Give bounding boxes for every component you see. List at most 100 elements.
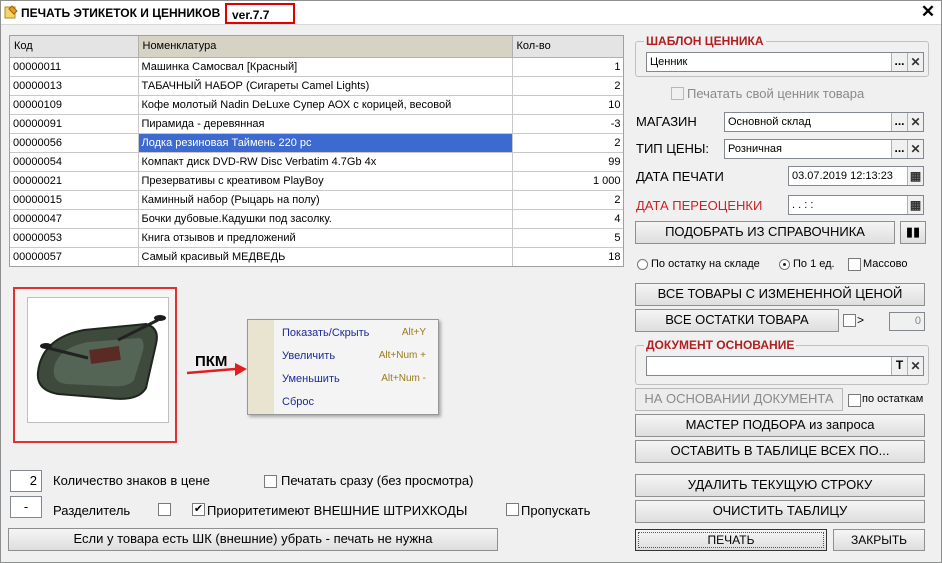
mass-checkbox[interactable]	[848, 258, 861, 271]
gt-checkbox[interactable]	[843, 314, 856, 327]
cell-code: 00000057	[10, 247, 139, 266]
radio-one-unit[interactable]	[779, 259, 790, 270]
print-now-checkbox[interactable]	[264, 475, 277, 488]
priority-checkbox[interactable]: ✔	[192, 503, 205, 516]
calendar-icon[interactable]: ▦	[907, 196, 923, 214]
cell-name: ТАБАЧНЫЙ НАБОР (Сигареты Camel Lights)	[138, 76, 513, 96]
table-row[interactable]: 00000015 Каминный набор (Рыцарь на полу) 2	[10, 190, 623, 210]
document-type-button[interactable]: T	[891, 357, 907, 375]
title-bar: ПЕЧАТЬ ЭТИКЕТОК И ЦЕННИКОВ ver.7.7 ✕	[1, 1, 941, 25]
digits-label: Количество знаков в цене	[53, 473, 210, 488]
clear-table-button[interactable]: ОЧИСТИТЬ ТАБЛИЦУ	[635, 500, 925, 523]
table-row[interactable]: 00000057 Самый красивый МЕДВЕДЬ 18	[10, 247, 623, 266]
column-code[interactable]: Код	[10, 36, 139, 58]
cell-code: 00000091	[10, 114, 139, 134]
cell-code: 00000015	[10, 190, 139, 210]
menu-item-label: Сброс	[282, 396, 314, 408]
skip-checkbox[interactable]	[506, 503, 519, 516]
price-type-dots-button[interactable]: ...	[891, 140, 907, 158]
skip-label: Пропускать	[521, 503, 591, 518]
cell-name: Презервативы с креативом PlayBoy	[138, 171, 513, 191]
keep-in-table-button[interactable]: ОСТАВИТЬ В ТАБЛИЦЕ ВСЕХ ПО...	[635, 440, 925, 463]
template-clear-button[interactable]: ✕	[907, 53, 923, 71]
store-label: МАГАЗИН	[636, 114, 697, 129]
print-date-field[interactable]: 03.07.2019 12:13:23 ▦	[788, 166, 924, 186]
cell-name: Бочки дубовые.Кадушки под засолку.	[138, 209, 513, 229]
price-type-clear-button[interactable]: ✕	[907, 140, 923, 158]
table-row[interactable]: 00000056 Лодка резиновая Таймень 220 рс 2	[10, 133, 623, 153]
by-stock-checkbox[interactable]	[848, 394, 861, 407]
print-button[interactable]: ПЕЧАТЬ	[635, 529, 827, 551]
changed-price-button[interactable]: ВСЕ ТОВАРЫ С ИЗМЕНЕННОЙ ЦЕНОЙ	[635, 283, 925, 306]
gt-input[interactable]: 0	[889, 312, 925, 331]
menu-item-zoom-out[interactable]: Уменьшить Alt+Num -	[282, 369, 432, 389]
radio-one-unit-label: По 1 ед.	[793, 258, 835, 270]
template-dots-button[interactable]: ...	[891, 53, 907, 71]
document-field[interactable]: T ✕	[646, 356, 924, 376]
cell-name: Пирамида - деревянная	[138, 114, 513, 134]
cell-code: 00000047	[10, 209, 139, 229]
cell-qty: 2	[512, 190, 623, 210]
table-row[interactable]: 00000091 Пирамида - деревянная -3	[10, 114, 623, 134]
menu-item-label: Уменьшить	[282, 373, 340, 385]
document-clear-button[interactable]: ✕	[907, 357, 923, 375]
reprice-date-label: ДАТА ПЕРЕОЦЕНКИ	[636, 198, 763, 213]
wizard-button[interactable]: МАСТЕР ПОДБОРА из запроса	[635, 414, 925, 437]
own-tag-label: Печатать свой ценник товара	[687, 86, 865, 101]
barcode-icon[interactable]: ▮▮	[900, 221, 926, 244]
menu-item-reset[interactable]: Сброс	[282, 392, 432, 412]
cell-name: Машинка Самосвал [Красный]	[138, 57, 513, 77]
radio-by-stock[interactable]	[637, 259, 648, 270]
cell-qty: 10	[512, 95, 623, 115]
price-type-label: ТИП ЦЕНЫ:	[636, 141, 710, 156]
store-field[interactable]: Основной склад ... ✕	[724, 112, 924, 132]
template-field[interactable]: Ценник ... ✕	[646, 52, 924, 72]
product-image	[27, 297, 169, 423]
own-tag-checkbox[interactable]	[671, 87, 684, 100]
print-date-label: ДАТА ПЕЧАТИ	[636, 169, 724, 184]
based-on-document-button[interactable]: НА ОСНОВАНИИ ДОКУМЕНТА	[635, 388, 843, 411]
digits-input[interactable]: 2	[10, 470, 42, 492]
store-clear-button[interactable]: ✕	[907, 113, 923, 131]
table-row[interactable]: 00000013 ТАБАЧНЫЙ НАБОР (Сигареты Camel L…	[10, 76, 623, 96]
close-button[interactable]: ЗАКРЫТЬ	[833, 529, 925, 551]
product-image-panel[interactable]	[13, 287, 177, 443]
cell-name: Самый красивый МЕДВЕДЬ	[138, 247, 513, 266]
cell-code: 00000013	[10, 76, 139, 96]
cell-qty: 1	[512, 57, 623, 77]
cell-code: 00000109	[10, 95, 139, 115]
items-table[interactable]: Код Номенклатура Кол-во 00000011 Машинка …	[9, 35, 624, 267]
cell-qty: 2	[512, 133, 623, 153]
price-type-field[interactable]: Розничная ... ✕	[724, 139, 924, 159]
delete-row-button[interactable]: УДАЛИТЬ ТЕКУЩУЮ СТРОКУ	[635, 474, 925, 497]
menu-item-label: Показать/Скрыть	[282, 327, 370, 339]
column-name[interactable]: Номенклатура	[138, 36, 513, 58]
reprice-date-field[interactable]: . . : : ▦	[788, 195, 924, 215]
close-icon[interactable]: ✕	[919, 3, 937, 21]
column-qty[interactable]: Кол-во	[512, 36, 623, 58]
cell-code: 00000021	[10, 171, 139, 191]
priority-label: Приоритетимеют ВНЕШНИЕ ШТРИХКОДЫ	[207, 503, 468, 518]
separator-checkbox[interactable]	[158, 503, 171, 516]
menu-shortcut: Alt+Y	[401, 327, 426, 338]
table-row[interactable]: 00000011 Машинка Самосвал [Красный] 1	[10, 57, 623, 77]
table-row[interactable]: 00000109 Кофе молотый Nadin DeLuxe Супер …	[10, 95, 623, 115]
cell-qty: 18	[512, 247, 623, 266]
separator-input[interactable]: -	[10, 496, 42, 518]
remove-barcode-button[interactable]: Если у товара есть ШК (внешние) убрать -…	[8, 528, 498, 551]
all-stock-button[interactable]: ВСЕ ОСТАТКИ ТОВАРА	[635, 309, 839, 332]
calendar-icon[interactable]: ▦	[907, 167, 923, 185]
table-row[interactable]: 00000053 Книга отзывов и предложений 5	[10, 228, 623, 248]
cell-code: 00000054	[10, 152, 139, 172]
menu-shortcut: Alt+Num -	[381, 373, 426, 384]
print-labels-window: ПЕЧАТЬ ЭТИКЕТОК И ЦЕННИКОВ ver.7.7 ✕ Код…	[0, 0, 942, 563]
version-badge: ver.7.7	[225, 3, 295, 24]
table-row[interactable]: 00000047 Бочки дубовые.Кадушки под засолк…	[10, 209, 623, 229]
store-dots-button[interactable]: ...	[891, 113, 907, 131]
pick-from-catalog-button[interactable]: ПОДОБРАТЬ ИЗ СПРАВОЧНИКА	[635, 221, 895, 244]
menu-item-zoom-in[interactable]: Увеличить Alt+Num +	[282, 346, 432, 366]
cell-qty: 5	[512, 228, 623, 248]
menu-item-show-hide[interactable]: Показать/Скрыть Alt+Y	[282, 323, 432, 343]
table-row[interactable]: 00000021 Презервативы с креативом PlayBoy…	[10, 171, 623, 191]
table-row[interactable]: 00000054 Компакт диск DVD-RW Disc Verbati…	[10, 152, 623, 172]
